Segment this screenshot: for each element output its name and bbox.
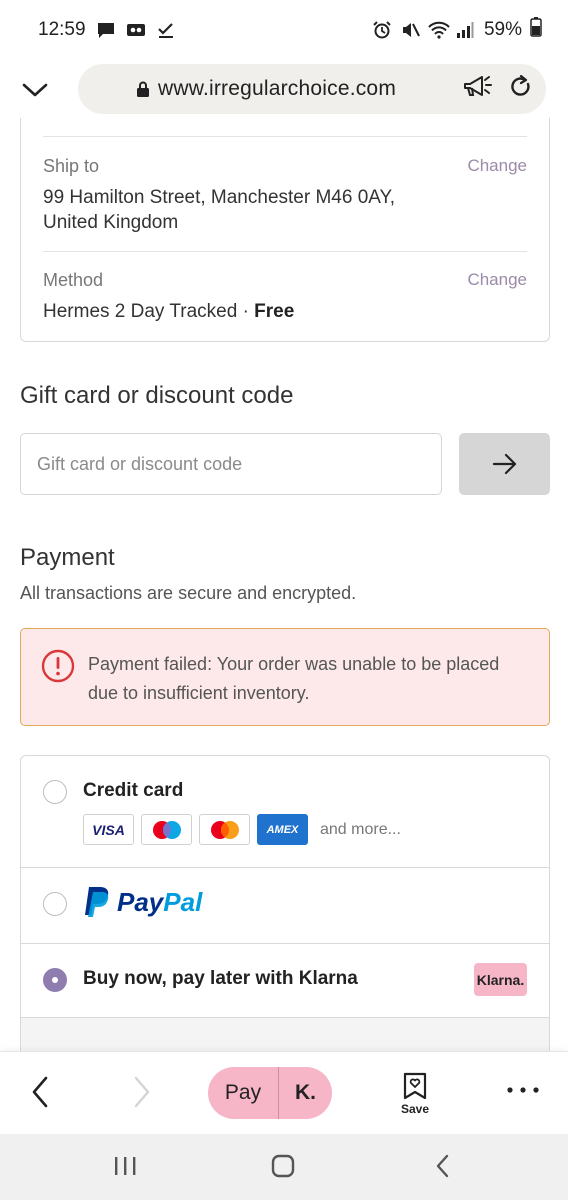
alarm-icon: [372, 21, 392, 39]
ship-to-row: Ship to Change 99 Hamilton Street, Manch…: [43, 156, 527, 235]
browser-url-row: www.irregularchoice.com: [0, 62, 568, 118]
radio-credit-card[interactable]: [43, 780, 67, 804]
lock-icon: [136, 81, 150, 97]
pay-label: Pay: [224, 1081, 262, 1104]
change-method-link[interactable]: Change: [467, 270, 527, 290]
bookmark-heart-icon: [403, 1072, 427, 1100]
ship-to-label: Ship to: [43, 156, 100, 176]
payment-error-message: Payment failed: Your order was unable to…: [88, 654, 500, 703]
payment-error-banner: Payment failed: Your order was unable to…: [20, 628, 550, 726]
paypal-p-icon: [85, 887, 109, 917]
ship-to-address: 99 Hamilton Street, Manchester M46 0AY, …: [43, 185, 527, 235]
method-label: Method: [43, 270, 104, 290]
back-button[interactable]: [26, 1074, 56, 1115]
gift-card-title: Gift card or discount code: [20, 382, 294, 409]
change-address-link[interactable]: Change: [467, 156, 527, 176]
divider: [43, 136, 527, 137]
mute-icon: [400, 21, 420, 39]
paypal-text-pal: Pal: [163, 886, 203, 917]
status-bar: 12:59 59%: [0, 0, 568, 60]
and-more-text: and more...: [320, 820, 401, 838]
klarna-label: Buy now, pay later with Klarna: [83, 968, 358, 989]
collapse-button[interactable]: [0, 62, 70, 118]
radio-klarna[interactable]: [43, 968, 67, 992]
payment-title: Payment: [20, 544, 115, 571]
recent-apps-icon: [115, 1157, 136, 1175]
home-icon: [271, 1154, 295, 1178]
address-line-2: United Kingdom: [43, 212, 179, 233]
amex-logo: AMEX: [257, 814, 308, 845]
maestro-logo: [141, 814, 192, 845]
megaphone-icon[interactable]: [462, 74, 492, 105]
forward-button[interactable]: [128, 1074, 158, 1115]
payment-option-paypal[interactable]: Pay Pal: [21, 868, 549, 944]
more-dots-icon: [507, 1087, 539, 1093]
method-row: Method Change Hermes 2 Day Tracked · Fre…: [43, 270, 527, 324]
visa-logo: VISA: [83, 814, 134, 845]
chevron-left-icon: [32, 1076, 48, 1108]
arrow-right-icon: [492, 453, 516, 475]
wifi-icon: [428, 21, 450, 39]
payment-option-credit-card[interactable]: Credit card VISA AMEX and more...: [21, 756, 549, 868]
discount-code-input[interactable]: [20, 433, 442, 495]
divider: [43, 251, 527, 252]
browser-toolbar: Pay K. Save: [0, 1051, 568, 1134]
back-arrow-icon: [436, 1154, 449, 1178]
payment-subtitle: All transactions are secure and encrypte…: [20, 583, 357, 603]
check-icon: [156, 21, 176, 39]
home-button[interactable]: [270, 1154, 296, 1183]
more-options-button[interactable]: [506, 1082, 540, 1100]
method-price: Free: [254, 301, 295, 322]
shipping-summary-card: Ship to Change 99 Hamilton Street, Manch…: [20, 118, 550, 342]
paypal-logo: Pay Pal: [83, 886, 202, 918]
system-nav-bar: [0, 1134, 568, 1200]
klarna-badge: Klarna.: [474, 963, 527, 996]
system-back-button[interactable]: [430, 1154, 456, 1183]
payment-methods: Credit card VISA AMEX and more... Pay Pal: [20, 755, 550, 1055]
mastercard-logo: [199, 814, 250, 845]
chat-icon: [96, 21, 116, 39]
save-label: Save: [400, 1102, 430, 1116]
chevron-down-icon: [22, 83, 48, 97]
paypal-text-pay: Pay: [117, 886, 164, 917]
shipping-method: Hermes 2 Day Tracked · Free: [43, 299, 527, 324]
battery-percent: 59%: [483, 19, 522, 40]
payment-option-klarna[interactable]: Buy now, pay later with Klarna Klarna.: [21, 944, 549, 1018]
recent-apps-button[interactable]: [112, 1154, 138, 1183]
signal-icon: [456, 21, 476, 39]
voicemail-icon: [126, 21, 146, 39]
address-line-1: 99 Hamilton Street, Manchester M46 0AY,: [43, 187, 396, 208]
reload-icon[interactable]: [510, 74, 532, 104]
card-logos: VISA AMEX and more...: [83, 814, 401, 845]
battery-icon: [530, 17, 542, 43]
klarna-pay-button[interactable]: Pay K.: [208, 1067, 332, 1119]
klarna-details-area: [21, 1018, 549, 1055]
url-bar[interactable]: www.irregularchoice.com: [78, 64, 546, 114]
save-button[interactable]: Save: [392, 1072, 438, 1116]
status-time: 12:59: [38, 19, 86, 40]
credit-card-label: Credit card: [83, 780, 184, 801]
url-text: www.irregularchoice.com: [158, 77, 397, 100]
radio-paypal[interactable]: [43, 892, 67, 916]
chevron-right-icon: [134, 1076, 150, 1108]
klarna-k-label: K.: [295, 1081, 316, 1104]
method-name: Hermes 2 Day Tracked ·: [43, 301, 255, 322]
apply-discount-button[interactable]: [459, 433, 550, 495]
error-icon: [41, 649, 75, 688]
